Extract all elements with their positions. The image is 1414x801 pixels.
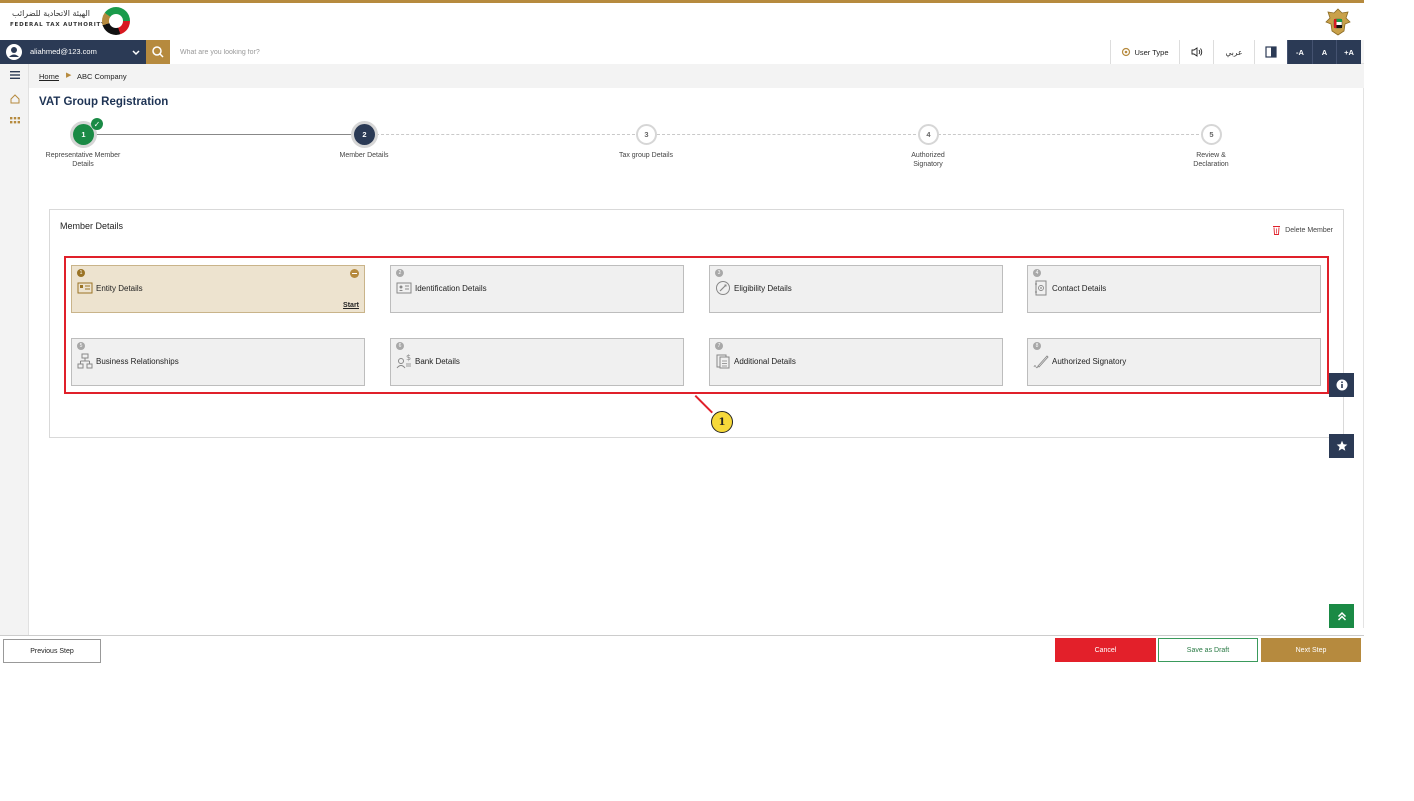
user-email: aliahmed@123.com	[30, 47, 97, 56]
search-button[interactable]	[146, 40, 170, 64]
step-label: Review & Declaration	[1193, 152, 1229, 168]
panel-title: Member Details	[60, 221, 124, 231]
chevron-down-icon[interactable]	[131, 48, 141, 58]
menu-toggle[interactable]	[0, 64, 29, 86]
stepper-connector	[376, 134, 635, 135]
contrast-toggle[interactable]	[1254, 40, 1287, 64]
annotation-callout-badge: 1	[711, 411, 733, 433]
cancel-button[interactable]: Cancel	[1055, 638, 1156, 662]
delete-member-button[interactable]: Delete Member	[1272, 225, 1333, 235]
stepper-connector	[657, 134, 916, 135]
user-type-label: User Type	[1134, 47, 1169, 57]
breadcrumb-current: ABC Company	[77, 72, 127, 81]
hamburger-icon	[9, 71, 20, 79]
user-menu[interactable]: aliahmed@123.com	[0, 40, 146, 64]
font-decrease-button[interactable]: -A	[1287, 40, 1312, 64]
previous-step-button[interactable]: Previous Step	[3, 639, 101, 663]
user-avatar-icon	[6, 44, 22, 60]
step-number: 1	[73, 124, 94, 145]
info-button[interactable]	[1329, 373, 1354, 397]
fta-logo-icon[interactable]	[102, 7, 130, 35]
stepper-connector	[938, 134, 1199, 135]
contrast-icon	[1265, 46, 1277, 58]
logo-bar: الهيئة الاتحادية للضرائب FEDERAL TAX AUT…	[0, 3, 1364, 39]
scroll-top-button[interactable]	[1329, 604, 1354, 628]
breadcrumb: Home ▶ ABC Company	[29, 64, 1364, 88]
stepper-connector	[95, 134, 354, 135]
step-number: 3	[636, 124, 657, 145]
user-type-button[interactable]: User Type	[1110, 40, 1179, 64]
app-root: الهيئة الاتحادية للضرائب FEDERAL TAX AUT…	[0, 0, 1414, 801]
step-label: Tax group Details	[618, 152, 674, 159]
breadcrumb-arrow-icon: ▶	[66, 72, 72, 79]
step-label: Member Details	[339, 152, 389, 159]
favorite-button[interactable]	[1329, 434, 1354, 458]
page-title: VAT Group Registration	[39, 96, 169, 108]
next-step-button[interactable]: Next Step	[1261, 638, 1361, 662]
user-type-gear-icon	[1122, 47, 1131, 57]
uae-emblem-icon	[1325, 8, 1351, 36]
step-number: 5	[1201, 124, 1222, 145]
grid-icon	[9, 117, 20, 124]
sidebar-item-apps[interactable]	[0, 110, 29, 132]
footer-divider	[0, 635, 1364, 636]
language-toggle[interactable]: عربي	[1213, 40, 1254, 64]
double-chevron-up-icon	[1337, 611, 1346, 621]
font-normal-button[interactable]: A	[1312, 40, 1336, 64]
search-icon	[152, 46, 164, 58]
check-icon: ✓	[91, 118, 103, 130]
info-icon	[1336, 379, 1347, 391]
annotation-highlight-box	[64, 256, 1329, 394]
sidebar-item-home[interactable]	[0, 88, 29, 110]
step-label: Authorized Signatory	[911, 152, 945, 168]
star-icon	[1336, 440, 1347, 451]
delete-member-label: Delete Member	[1285, 226, 1333, 234]
sidebar	[0, 64, 29, 636]
step-label: Representative Member Details	[45, 152, 121, 168]
speaker-icon	[1191, 47, 1202, 57]
logo-english-text: FEDERAL TAX AUTHORITY	[10, 22, 106, 28]
step-number: 4	[918, 124, 939, 145]
audio-button[interactable]	[1179, 40, 1213, 64]
search-input[interactable]	[170, 40, 1110, 64]
breadcrumb-home-link[interactable]: Home	[39, 72, 59, 81]
font-increase-button[interactable]: +A	[1336, 40, 1361, 64]
save-draft-button[interactable]: Save as Draft	[1158, 638, 1258, 662]
trash-icon	[1273, 226, 1281, 235]
step-number: 2	[354, 124, 375, 145]
top-nav-bar: aliahmed@123.com User Type	[0, 40, 1364, 64]
language-label: عربي	[1225, 47, 1243, 57]
home-icon	[10, 94, 19, 104]
logo-arabic-text: الهيئة الاتحادية للضرائب	[12, 9, 90, 18]
